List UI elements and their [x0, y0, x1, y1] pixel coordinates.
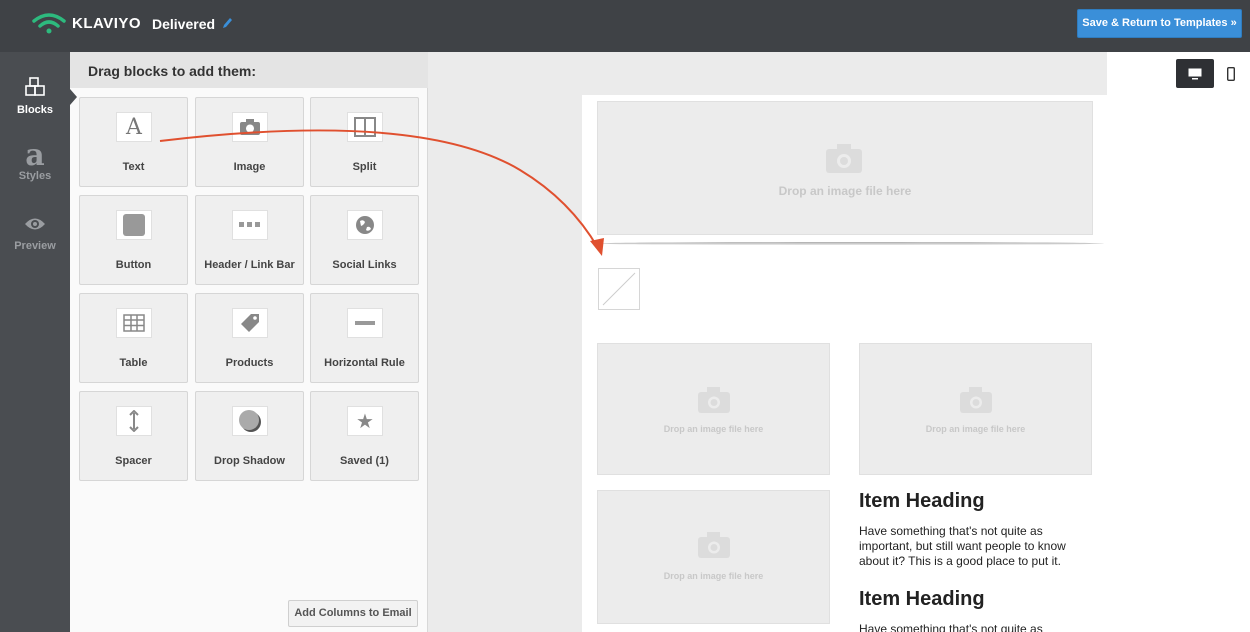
item-heading[interactable]: Item Heading	[859, 490, 985, 513]
brand-name: KLAVIYO	[72, 14, 142, 32]
pencil-icon[interactable]	[221, 16, 233, 30]
globe-icon	[347, 210, 383, 240]
block-drop-shadow[interactable]: Drop Shadow	[195, 391, 304, 481]
block-products[interactable]: Products	[195, 293, 304, 383]
item-image-dropzone[interactable]: Drop an image file here	[597, 490, 830, 624]
block-label: Social Links	[332, 259, 397, 271]
tag-icon	[232, 308, 268, 338]
dropzone-text: Drop an image file here	[925, 424, 1026, 434]
block-image[interactable]: Image	[195, 97, 304, 187]
mobile-icon	[1227, 66, 1235, 81]
star-icon: ★	[347, 406, 383, 436]
mobile-view-button[interactable]	[1216, 59, 1246, 88]
split-icon	[347, 112, 383, 142]
block-spacer[interactable]: Spacer	[79, 391, 188, 481]
block-label: Horizontal Rule	[324, 357, 405, 369]
desktop-view-button[interactable]	[1176, 59, 1214, 88]
blocks-panel: Drag blocks to add them: A Text Image Sp…	[70, 52, 428, 632]
block-table[interactable]: Table	[79, 293, 188, 383]
block-label: Table	[119, 357, 148, 369]
template-title[interactable]: Delivered	[152, 16, 215, 32]
block-label: Header / Link Bar	[204, 259, 295, 271]
block-horizontal-rule[interactable]: Horizontal Rule	[310, 293, 419, 383]
wifi-logo-icon	[32, 13, 66, 34]
top-bar: KLAVIYO Delivered Save & Return to Templ…	[0, 0, 1250, 52]
dropzone-text: Drop an image file here	[663, 424, 764, 434]
drop-shadow-icon	[232, 406, 268, 436]
drop-shadow-divider	[596, 242, 1104, 245]
rail-label-blocks: Blocks	[16, 104, 54, 116]
block-saved[interactable]: ★ Saved (1)	[310, 391, 419, 481]
dropzone-text: Drop an image file here	[778, 184, 912, 198]
block-button[interactable]: Button	[79, 195, 188, 285]
rail-item-styles[interactable]: a Styles	[0, 138, 70, 183]
left-rail: Blocks a Styles Preview	[0, 52, 70, 632]
panel-title: Drag blocks to add them:	[70, 52, 428, 88]
klaviyo-logo[interactable]: KLAVIYO	[32, 12, 141, 34]
camera-icon	[232, 112, 268, 142]
eye-icon	[25, 218, 45, 230]
button-icon	[116, 210, 152, 240]
block-split[interactable]: Split	[310, 97, 419, 187]
block-label: Products	[225, 357, 274, 369]
camera-icon	[960, 387, 992, 413]
block-text[interactable]: A Text	[79, 97, 188, 187]
spacer-icon	[116, 406, 152, 436]
block-label: Saved (1)	[340, 455, 389, 467]
broken-image-placeholder[interactable]	[598, 268, 640, 310]
block-label: Spacer	[115, 455, 152, 467]
block-label: Split	[352, 161, 377, 173]
right-gutter	[1107, 52, 1250, 632]
camera-icon	[698, 532, 730, 558]
block-label: Text	[122, 161, 145, 173]
block-label: Image	[233, 161, 266, 173]
add-columns-button[interactable]: Add Columns to Email	[288, 600, 418, 627]
item-body[interactable]: Have something that's not quite as impor…	[859, 524, 1089, 569]
block-label: Button	[115, 259, 152, 271]
camera-icon	[698, 387, 730, 413]
blocks-icon	[25, 77, 45, 96]
image-dropzone-left[interactable]: Drop an image file here	[597, 343, 830, 475]
styles-icon: a	[25, 138, 45, 173]
item-heading[interactable]: Item Heading	[859, 588, 985, 611]
save-return-button[interactable]: Save & Return to Templates »	[1077, 9, 1242, 38]
rail-label-styles: Styles	[18, 170, 52, 182]
block-header-link-bar[interactable]: Header / Link Bar	[195, 195, 304, 285]
rail-label-preview: Preview	[14, 240, 56, 252]
hero-image-dropzone[interactable]: Drop an image file here	[597, 101, 1093, 235]
camera-icon	[826, 144, 862, 173]
desktop-icon	[1188, 68, 1202, 79]
block-label: Drop Shadow	[214, 455, 285, 467]
active-tab-pointer	[70, 89, 77, 105]
rail-item-blocks[interactable]: Blocks	[0, 76, 70, 116]
link-bar-icon	[232, 210, 268, 240]
item-body[interactable]: Have something that's not quite as	[859, 622, 1089, 632]
rule-icon	[347, 308, 383, 338]
image-dropzone-right[interactable]: Drop an image file here	[859, 343, 1092, 475]
block-social-links[interactable]: Social Links	[310, 195, 419, 285]
text-icon: A	[116, 112, 152, 142]
rail-item-preview[interactable]: Preview	[0, 216, 70, 252]
dropzone-text: Drop an image file here	[663, 571, 764, 581]
table-icon	[116, 308, 152, 338]
